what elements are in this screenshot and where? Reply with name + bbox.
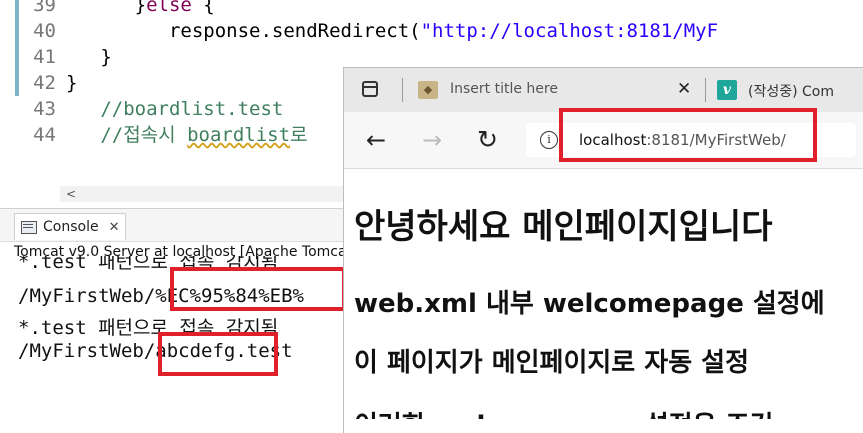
tab-title-second[interactable]: (작성중) Com <box>748 81 834 101</box>
tab-console[interactable]: Console ✕ <box>14 213 127 240</box>
line-number: 43 <box>33 98 56 120</box>
page-subheading: web.xml 내부 welcomepage 설정에 <box>354 289 825 319</box>
console-tab-label: Console <box>43 219 99 235</box>
scroll-left-icon[interactable]: < <box>66 186 76 202</box>
page-favicon-icon: ◆ <box>418 81 438 99</box>
code-text: } <box>66 0 147 16</box>
code-string: "http://localhost:8181/MyF <box>420 20 719 42</box>
code-comment-line: //boardlist.test <box>66 98 284 120</box>
code-line: } <box>66 72 78 94</box>
console-view: Console ✕ Tomcat v9.0 Server at localhos… <box>0 208 358 433</box>
line-number-gutter: 39 40 41 42 43 44 <box>0 0 62 190</box>
change-indicator-bar <box>15 0 19 96</box>
spellcheck-word: boardlist <box>187 124 291 146</box>
page-subheading-partial: 이러한 welcomepage 설정은 조건 <box>354 405 773 419</box>
code-text: 로 <box>290 124 308 146</box>
line-number: 39 <box>33 0 56 16</box>
code-text: response.sendRedirect( <box>66 20 421 42</box>
tab-separator <box>402 78 403 102</box>
tab-title[interactable]: Insert title here <box>450 81 558 97</box>
horizontal-scrollbar[interactable]: < <box>60 186 350 202</box>
info-icon[interactable]: i <box>540 131 558 149</box>
highlight-box-url <box>559 108 817 162</box>
console-icon <box>21 220 37 234</box>
page-heading: 안녕하세요 메인페이지입니다 <box>354 207 773 247</box>
code-text: //접속시 <box>66 124 188 146</box>
code-line: }else { <box>66 0 215 18</box>
velog-favicon-icon: v <box>717 80 737 100</box>
line-number: 40 <box>33 20 56 42</box>
code-comment-line: //접속시 boardlist로 <box>66 122 308 148</box>
line-number: 44 <box>33 124 56 146</box>
close-icon[interactable]: ✕ <box>109 220 120 235</box>
page-subheading: 이 페이지가 메인페이지로 자동 설정 <box>354 348 750 378</box>
code-text: { <box>191 0 215 16</box>
code-line: } <box>66 46 112 68</box>
highlight-box-encoded-path <box>170 267 346 311</box>
tab-separator <box>705 78 706 102</box>
code-keyword: else <box>146 0 192 16</box>
page-content: 안녕하세요 메인페이지입니다 web.xml 내부 welcomepage 설정… <box>344 169 863 433</box>
close-tab-icon[interactable]: ✕ <box>677 79 691 99</box>
line-number: 42 <box>33 72 56 94</box>
console-tab-bar: Console ✕ <box>0 209 345 242</box>
back-arrow-icon[interactable]: ← <box>366 126 386 154</box>
page-subheading-text: 이러한 welcomepage 설정은 조건 <box>354 405 773 419</box>
line-number: 41 <box>33 46 56 68</box>
highlight-box-abcdefg <box>158 332 278 376</box>
code-line: response.sendRedirect("http://localhost:… <box>66 18 718 44</box>
tab-actions-icon[interactable] <box>362 81 378 97</box>
forward-arrow-icon[interactable]: → <box>422 126 442 154</box>
reload-icon[interactable]: ↻ <box>477 126 498 154</box>
browser-tab-strip: ◆ Insert title here ✕ v (작성중) Com <box>344 68 863 112</box>
